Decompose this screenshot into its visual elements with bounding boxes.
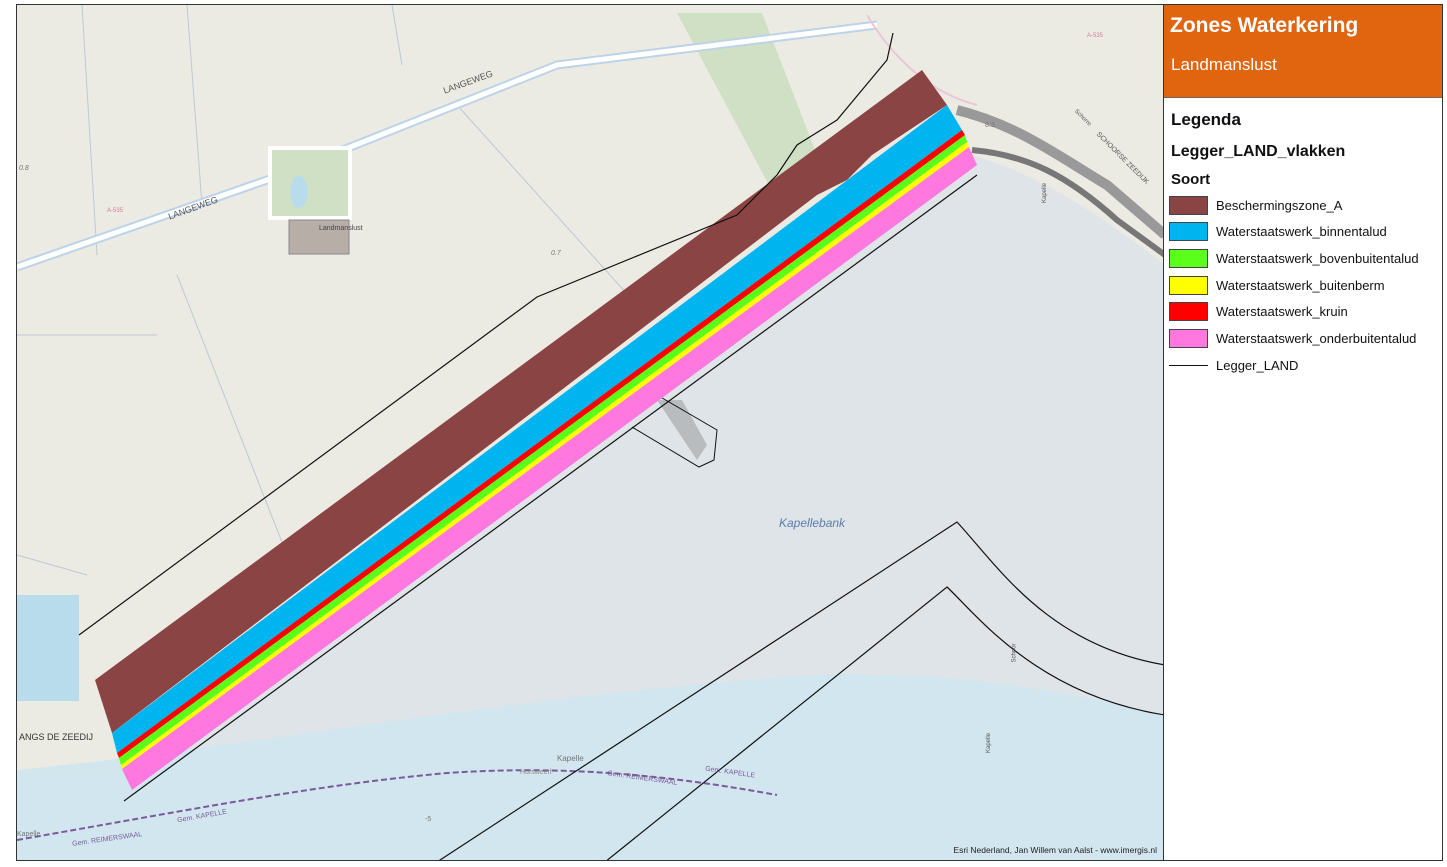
legend-swatch [1169, 195, 1208, 215]
legend-item-legger-land: Legger_LAND [1169, 355, 1298, 375]
legend-panel: Zones Waterkering Landmanslust Legenda L… [1164, 4, 1443, 861]
legend-item-binnentalud: Waterstaatswerk_binnentalud [1169, 221, 1387, 241]
legend-layer-name: Legger_LAND_vlakken [1171, 143, 1346, 160]
legend-label: Legger_LAND [1216, 357, 1299, 373]
label-value-5: -5 [425, 816, 432, 823]
label-landmanslust: Landmanslust [319, 225, 363, 232]
label-kapelle-v1: Kapelle [1042, 182, 1049, 204]
label-value-08: 0.8 [19, 165, 29, 172]
legend-item-bovenbuitentalud: Waterstaatswerk_bovenbuitentalud [1169, 248, 1419, 268]
label-kapelle-edge: Kapelle [17, 831, 41, 838]
label-value-83: 8.3 [985, 122, 995, 129]
legend-label: Waterstaatswerk_bovenbuitentalud [1216, 250, 1419, 266]
attribution: Esri Nederland, Jan Willem van Aalst - w… [953, 845, 1157, 855]
label-hursweer: Hursweerl [520, 769, 552, 776]
legend-item-kruin: Waterstaatswerk_kruin [1169, 301, 1348, 321]
label-kapelle-v2: Kapelle [986, 732, 993, 754]
farm-yard [268, 146, 352, 220]
legend-item-beschermingszone-a: Beschermingszone_A [1169, 195, 1342, 215]
label-langs-de-zeedijk: ANGS DE ZEEDIJ [19, 732, 94, 742]
legend-label: Waterstaatswerk_kruin [1216, 303, 1348, 319]
label-schoor-v: Schoor [1011, 643, 1018, 663]
map-subtitle: Landmanslust [1171, 55, 1277, 74]
header: Zones Waterkering Landmanslust [1164, 5, 1442, 98]
farm-pond [290, 176, 308, 208]
label-road-b: A-535 [1087, 33, 1104, 39]
legend-swatch [1169, 328, 1208, 348]
label-value-07: 0.7 [551, 250, 561, 257]
legend-item-onderbuitentalud: Waterstaatswerk_onderbuitentalud [1169, 328, 1416, 348]
legend-swatch [1169, 248, 1208, 268]
legend-line-swatch [1169, 364, 1208, 366]
legend-field-name: Soort [1171, 171, 1211, 188]
legend-swatch [1169, 275, 1208, 295]
lake-left [17, 595, 79, 701]
legend-label: Waterstaatswerk_onderbuitentalud [1216, 330, 1417, 346]
legend-label: Waterstaatswerk_buitenberm [1216, 277, 1385, 293]
label-road-a: A-535 [107, 208, 124, 214]
map-title: Zones Waterkering [1170, 14, 1359, 37]
legend-swatch [1169, 221, 1208, 241]
legend-title: Legenda [1171, 110, 1241, 129]
legend-item-buitenberm: Waterstaatswerk_buitenberm [1169, 275, 1385, 295]
legend-label: Beschermingszone_A [1216, 197, 1343, 213]
label-kapellebank: Kapellebank [779, 516, 846, 530]
map-frame[interactable]: LANGEWEG LANGEWEG Landmanslust Kapelleba… [16, 4, 1164, 861]
label-kapelle: Kapelle [557, 754, 584, 763]
legend-label: Waterstaatswerk_binnentalud [1216, 223, 1387, 239]
legend-swatch [1169, 301, 1208, 321]
